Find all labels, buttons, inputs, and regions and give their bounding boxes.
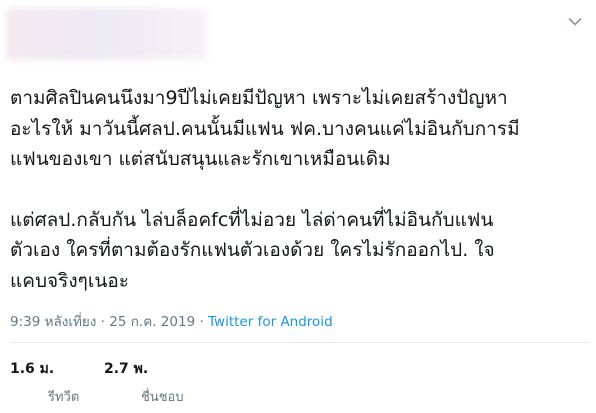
author-info-redacted[interactable] [6, 8, 206, 60]
likes-count: 2.7 พ. [104, 361, 149, 377]
tweet-author-header [0, 0, 596, 62]
tweet-text: ตามศิลปินคนนึงมา9ปีไม่เคยมีปัญหา เพราะไม… [10, 83, 590, 296]
tweet-metadata: 9:39 หลังเที่ยง · 25 ก.ค. 2019 · Twitter… [10, 310, 333, 332]
tweet-paragraph: แต่ศลป.กลับกัน ไล่บล็อคfcที่ไม่อวย ไล่ด่… [10, 208, 495, 292]
retweets-label: รีทวีต [48, 390, 80, 405]
retweets-count: 1.6 ม. [10, 361, 55, 377]
tweet-timestamp[interactable]: 9:39 หลังเที่ยง · 25 ก.ค. 2019 · [10, 314, 208, 330]
tweet-source-link[interactable]: Twitter for Android [208, 314, 333, 330]
retweets-stat[interactable]: 1.6 ม. รีทวีต [10, 358, 79, 407]
tweet-card: ตามศิลปินคนนึงมา9ปีไม่เคยมีปัญหา เพราะไม… [0, 0, 596, 413]
tweet-paragraph: ตามศิลปินคนนึงมา9ปีไม่เคยมีปัญหา เพราะไม… [10, 87, 520, 170]
likes-label: ชื่นชอบ [141, 390, 184, 405]
chevron-down-icon[interactable] [568, 16, 582, 28]
divider [10, 342, 590, 343]
likes-stat[interactable]: 2.7 พ. ชื่นชอบ [104, 358, 184, 407]
